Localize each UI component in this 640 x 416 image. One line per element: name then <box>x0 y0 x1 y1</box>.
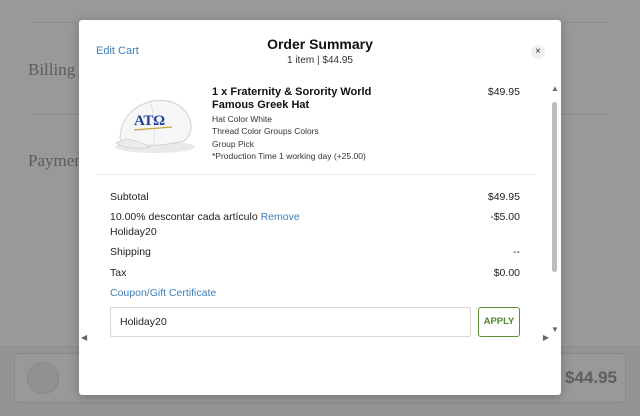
item-option: Group Pick <box>212 139 255 149</box>
divider <box>96 174 536 175</box>
item-option: Thread Color Groups Colors <box>212 126 319 136</box>
discount-label: 10.00% descontar cada artículo <box>110 211 258 223</box>
hat-letters: ΑΤΩ <box>134 113 165 129</box>
close-icon[interactable]: × <box>531 45 545 59</box>
item-price: $49.95 <box>487 86 520 98</box>
tax-value: $0.00 <box>493 267 520 279</box>
discount-value: -$5.00 <box>490 211 520 223</box>
discount-code: Holiday20 <box>110 226 157 238</box>
shipping-value: -- <box>513 246 520 258</box>
discount-row: 10.00% descontar cada artículo Remove -$… <box>110 211 520 238</box>
modal-subtitle: 1 item | $44.95 <box>287 55 353 66</box>
product-image: ΑΤΩ <box>115 99 195 153</box>
order-summary-modal: Edit Cart Order Summary 1 item | $44.95 … <box>79 20 561 395</box>
tax-label: Tax <box>110 267 127 279</box>
item-option: Hat Color White <box>212 114 272 124</box>
shipping-row: Shipping -- <box>110 246 520 258</box>
scroll-right-icon[interactable]: ▶ <box>543 333 549 342</box>
vertical-scrollbar[interactable]: ▲ ▼ <box>549 82 561 334</box>
cart-item: ΑΤΩ 1 x Fraternity & Sorority World Famo… <box>110 86 520 176</box>
subtotal-label: Subtotal <box>110 191 149 203</box>
item-name: 1 x Fraternity & Sorority World Famous G… <box>212 86 372 111</box>
subtotal-value: $49.95 <box>487 191 520 203</box>
subtotal-row: Subtotal $49.95 <box>110 191 520 203</box>
scroll-up-icon[interactable]: ▲ <box>551 84 559 93</box>
scrollbar-thumb[interactable] <box>552 102 557 272</box>
order-summary-scroll-area[interactable]: ΑΤΩ 1 x Fraternity & Sorority World Famo… <box>79 78 561 343</box>
shipping-label: Shipping <box>110 246 151 258</box>
item-option: *Production Time 1 working day (+25.00) <box>212 151 366 161</box>
horizontal-scrollbar[interactable]: ◀ ▶ <box>79 333 561 343</box>
modal-title: Order Summary <box>267 36 373 52</box>
remove-discount-link[interactable]: Remove <box>261 211 300 223</box>
tax-row: Tax $0.00 <box>110 267 520 279</box>
scroll-left-icon[interactable]: ◀ <box>81 333 87 342</box>
coupon-gift-certificate-link[interactable]: Coupon/Gift Certificate <box>110 287 216 299</box>
